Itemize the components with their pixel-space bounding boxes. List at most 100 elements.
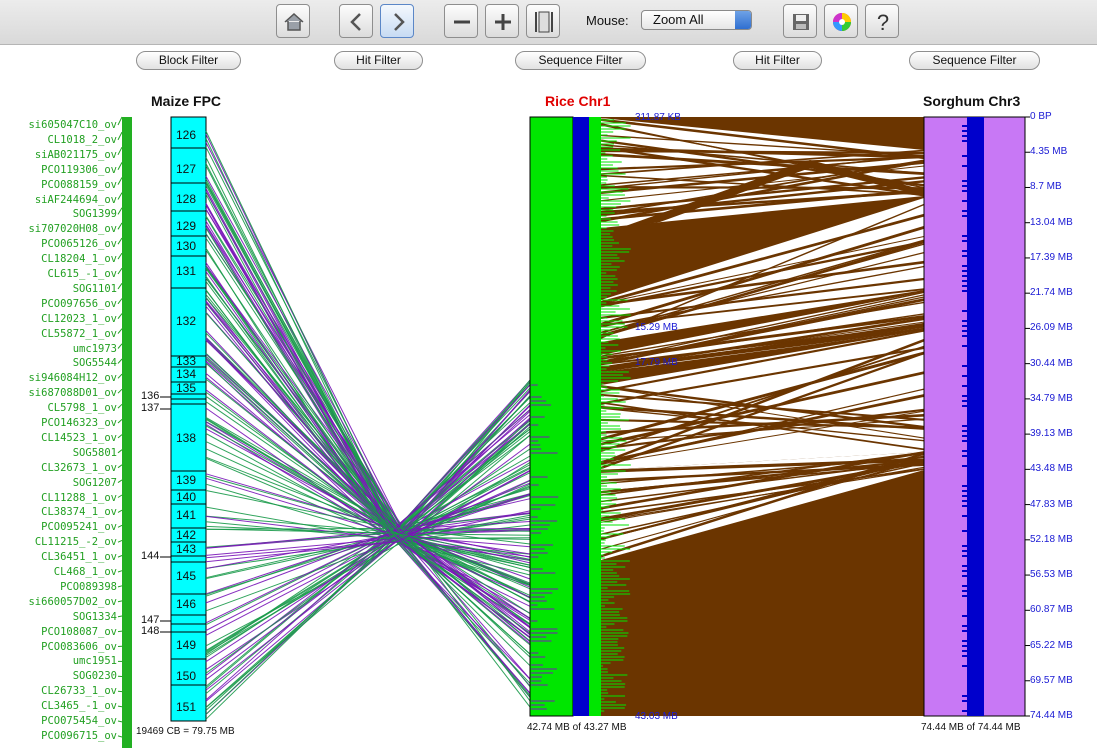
marker-link — [117, 600, 123, 603]
contig-label[interactable]: 149 — [176, 638, 196, 652]
marker-label[interactable]: siAF244694_ov — [35, 194, 117, 206]
marker-link — [117, 509, 123, 513]
marker-label[interactable]: CL14523_1_ov — [41, 432, 117, 444]
marker-label[interactable]: PCO096715_ov — [41, 730, 117, 742]
home-button[interactable] — [276, 4, 310, 38]
marker-link — [117, 131, 123, 141]
minus-icon — [454, 20, 470, 24]
contig-label[interactable]: 129 — [176, 219, 196, 233]
contig-label[interactable]: 131 — [176, 264, 196, 278]
marker-label[interactable]: CL5798_1_ov — [47, 402, 117, 414]
marker-label[interactable]: SOG5801 — [73, 447, 117, 459]
marker-label[interactable]: si660057D02_ov — [28, 596, 117, 608]
contig-label[interactable]: 150 — [176, 669, 196, 683]
marker-label[interactable]: PCO146323_ov — [41, 417, 117, 429]
sequence-filter-button-2[interactable]: Sequence Filter — [909, 51, 1040, 70]
marker-label[interactable]: CL3465_-1_ov — [41, 700, 117, 712]
marker-label[interactable]: SOG5544 — [73, 357, 117, 369]
contig-label[interactable]: 135 — [176, 381, 196, 395]
contig-label[interactable]: 130 — [176, 239, 196, 253]
side-contig-label[interactable]: 137 — [141, 402, 159, 414]
hit-filter-button-2[interactable]: Hit Filter — [733, 51, 822, 70]
marker-label[interactable]: si605047C10_ov — [28, 119, 117, 131]
marker-link — [117, 388, 123, 394]
marker-label[interactable]: SOG1334 — [73, 611, 117, 623]
marker-label[interactable]: SOG1101 — [73, 283, 117, 295]
marker-label[interactable]: PCO083606_ov — [41, 641, 117, 653]
marker-label[interactable]: CL11288_1_ov — [41, 492, 117, 504]
marker-label[interactable]: CL12023_1_ov — [41, 313, 117, 325]
question-mark-icon: ? — [877, 10, 889, 35]
sorghum-tick-label: 74.44 MB — [1030, 710, 1073, 721]
marker-label[interactable]: PCO108087_ov — [41, 626, 117, 638]
marker-label[interactable]: SOG0230 — [73, 670, 117, 682]
sorghum-tick-label: 34.79 MB — [1030, 392, 1073, 404]
marker-label[interactable]: SOG1207 — [73, 477, 117, 489]
mouse-mode-select[interactable]: Zoom All — [641, 10, 752, 30]
contig-label[interactable]: 146 — [176, 597, 196, 611]
contig-label[interactable]: 128 — [176, 192, 196, 206]
marker-link — [117, 298, 123, 305]
zoom-out-button[interactable] — [444, 4, 478, 38]
marker-label[interactable]: CL615_-1_ov — [47, 268, 117, 280]
save-button[interactable] — [783, 4, 817, 38]
marker-label[interactable]: CL55872_1_ov — [41, 328, 117, 340]
side-contig-label[interactable]: 144 — [141, 550, 159, 562]
sequence-filter-button-1[interactable]: Sequence Filter — [515, 51, 646, 70]
help-button[interactable]: ? — [865, 4, 899, 38]
contig-label[interactable]: 143 — [176, 542, 196, 556]
maize-contig-track[interactable] — [170, 116, 207, 722]
marker-label[interactable]: CL18204_1_ov — [41, 253, 117, 265]
zoom-in-button[interactable] — [485, 4, 519, 38]
back-button[interactable] — [339, 4, 373, 38]
marker-label[interactable]: CL26733_1_ov — [41, 685, 117, 697]
marker-label[interactable]: CL38374_1_ov — [41, 506, 117, 518]
marker-label[interactable]: si946084H12_ov — [28, 372, 117, 384]
maize-marker-track — [122, 117, 132, 748]
sorghum-chr3-track[interactable] — [923, 116, 1026, 717]
marker-label[interactable]: PCO095241_ov — [41, 521, 117, 533]
marker-label[interactable]: si707020H08_ov — [28, 223, 117, 235]
mouse-mode-label: Mouse: — [586, 13, 629, 28]
marker-label[interactable]: CL1018_2_ov — [47, 134, 117, 146]
marker-label[interactable]: umc1973 — [73, 343, 117, 355]
marker-label[interactable]: PCO089398 — [60, 581, 117, 593]
marker-label[interactable]: PCO097656_ov — [41, 298, 117, 310]
synteny-map[interactable] — [0, 0, 1097, 748]
marker-label[interactable]: umc1951 — [73, 655, 117, 667]
marker-label[interactable]: siAB021175_ov — [35, 149, 117, 161]
contig-label[interactable]: 126 — [176, 128, 196, 142]
rice-sorghum-hits[interactable] — [600, 117, 925, 716]
marker-label[interactable]: PCO065126_ov — [41, 238, 117, 250]
contig-label[interactable]: 138 — [176, 431, 196, 445]
contig-label[interactable]: 134 — [176, 367, 196, 381]
marker-link — [117, 494, 123, 498]
contig-label[interactable]: 141 — [176, 508, 196, 522]
contig-label[interactable]: 132 — [176, 314, 196, 328]
contig-label[interactable]: 133 — [176, 354, 196, 368]
block-filter-button[interactable]: Block Filter — [136, 51, 241, 70]
marker-label[interactable]: CL468_1_ov — [54, 566, 117, 578]
side-contig-label[interactable]: 148 — [141, 625, 159, 637]
marker-label[interactable]: CL11215_-2_ov — [35, 536, 117, 548]
marker-label[interactable]: SOG1399 — [73, 208, 117, 220]
side-contig-label[interactable]: 136 — [141, 390, 159, 402]
maize-rice-hits[interactable] — [205, 130, 531, 720]
fit-button[interactable] — [526, 4, 560, 38]
marker-label[interactable]: PCO088159_ov — [41, 179, 117, 191]
marker-label[interactable]: si687088D01_ov — [28, 387, 117, 399]
contig-label[interactable]: 142 — [176, 528, 196, 542]
forward-button[interactable] — [380, 4, 414, 38]
maize-side-contig-ticks — [160, 396, 171, 633]
color-button[interactable] — [824, 4, 858, 38]
marker-label[interactable]: CL32673_1_ov — [41, 462, 117, 474]
contig-label[interactable]: 139 — [176, 473, 196, 487]
marker-label[interactable]: PCO119306_ov — [41, 164, 117, 176]
contig-label[interactable]: 127 — [176, 162, 196, 176]
contig-label[interactable]: 145 — [176, 569, 196, 583]
marker-label[interactable]: CL36451_1_ov — [41, 551, 117, 563]
hit-filter-button-1[interactable]: Hit Filter — [334, 51, 423, 70]
contig-label[interactable]: 151 — [176, 700, 196, 714]
contig-label[interactable]: 140 — [176, 490, 196, 504]
marker-label[interactable]: PCO075454_ov — [41, 715, 117, 727]
